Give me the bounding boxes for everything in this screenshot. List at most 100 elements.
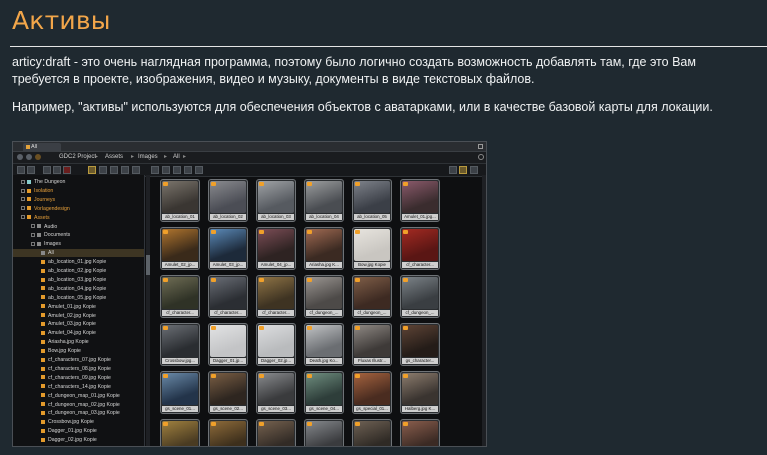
forward-icon[interactable] [26,154,32,160]
asset-thumbnail[interactable]: Bow.jpg Kopie [352,227,392,270]
asset-thumbnail[interactable]: ab_location_03 [256,179,296,222]
asset-thumbnail[interactable]: Amulet_02_jp... [160,227,200,270]
edit-icon[interactable] [88,166,96,174]
filter-icon[interactable] [53,166,61,174]
asset-thumbnail[interactable]: gs_character... [400,323,440,366]
tree-item[interactable]: ab_location_05.jpg Kopie [13,294,144,302]
asset-thumbnail[interactable]: gs_scene_01... [160,371,200,414]
asset-thumbnail[interactable]: ab_location_02 [208,179,248,222]
asset-thumbnail[interactable] [304,419,344,446]
asset-thumbnail[interactable]: cf_dungeon_... [400,275,440,318]
asset-thumbnail[interactable]: Amulet_03_jp... [208,227,248,270]
list-view-icon[interactable] [17,166,25,174]
tree-item[interactable]: cf_dungeon_map_02.jpg Kopie [13,401,144,409]
tree-view-icon[interactable] [27,166,35,174]
asset-thumbnail[interactable]: Amulet_01.jpg... [400,179,440,222]
asset-thumbnail[interactable]: cf_dungeon_... [304,275,344,318]
preview-icon[interactable] [173,166,181,174]
expand-icon[interactable] [21,197,25,202]
tree-item[interactable]: cf_characters_09.jpg Kopie [13,374,144,382]
tree-item[interactable]: Crossbow.jpg Kopie [13,418,144,426]
tree-item[interactable]: Documents [13,231,144,239]
expand-icon[interactable] [31,233,35,238]
asset-thumbnail[interactable]: ab_location_05 [352,179,392,222]
expand-icon[interactable] [21,206,25,211]
asset-thumbnail[interactable]: gs_scene_04... [304,371,344,414]
tree-item[interactable]: cf_dungeon_map_01.jpg Kopie [13,392,144,400]
tree-item[interactable]: Dagger_02.jpg Kopie [13,436,144,444]
tree-item[interactable]: Amulet_01.jpg Kopie [13,303,144,311]
tree-item[interactable]: ab_location_01.jpg Kopie [13,258,144,266]
tree-item[interactable]: Audio [13,223,144,231]
asset-thumbnail[interactable] [352,419,392,446]
link-icon[interactable] [99,166,107,174]
tree-item[interactable]: cf_characters_07.jpg Kopie [13,356,144,364]
expand-icon[interactable] [31,224,35,229]
asset-thumbnail[interactable]: cf_dungeon_... [352,275,392,318]
asset-thumbnail[interactable]: Dagger_02.jp... [256,323,296,366]
import-icon[interactable] [151,166,159,174]
expand-icon[interactable] [21,215,25,220]
tree-scrollbar[interactable] [146,175,150,446]
breadcrumb-item[interactable]: All [173,153,180,162]
tree-item[interactable]: Isolation [13,187,144,195]
home-icon[interactable] [35,154,41,160]
asset-thumbnail[interactable] [160,419,200,446]
tree-item[interactable]: Amulet_03.jpg Kopie [13,320,144,328]
tab-all[interactable]: All [23,143,61,151]
asset-thumbnail[interactable]: ab_location_01 [160,179,200,222]
asset-thumbnail[interactable]: cf_character... [400,227,440,270]
tree-item[interactable]: Journeys [13,196,144,204]
tree-item[interactable]: Amulet_04.jpg Kopie [13,329,144,337]
delete-icon[interactable] [63,166,71,174]
refresh-icon[interactable] [195,166,203,174]
tree-item[interactable]: ab_location_02.jpg Kopie [13,267,144,275]
tree-item[interactable]: Assets [13,214,144,222]
comment-icon[interactable] [110,166,118,174]
breadcrumb-item[interactable]: Assets [105,153,123,162]
breadcrumb-item[interactable]: GDC2 Project [59,153,96,162]
search-icon[interactable] [478,154,484,160]
tree-item[interactable]: cf_characters_08.jpg Kopie [13,365,144,373]
asset-thumbnail[interactable]: gs_special_01... [352,371,392,414]
asset-thumbnail[interactable]: Halberg.jpg K... [400,371,440,414]
color-icon[interactable] [121,166,129,174]
expand-icon[interactable] [21,179,25,184]
maximize-icon[interactable] [478,144,483,149]
asset-thumbnail[interactable]: cf_character... [208,275,248,318]
tree-item[interactable]: Bow.jpg Kopie [13,347,144,355]
properties-icon[interactable] [184,166,192,174]
tree-item[interactable]: cf_dungeon_map_03.jpg Kopie [13,409,144,417]
export-icon[interactable] [162,166,170,174]
asset-thumbnail[interactable]: cf_character... [160,275,200,318]
sort-icon[interactable] [43,166,51,174]
tree-item[interactable]: Amulet_02.jpg Kopie [13,312,144,320]
asset-thumbnail[interactable]: gs_scene_02... [208,371,248,414]
expand-icon[interactable] [21,188,25,193]
breadcrumb-item[interactable]: Images [138,153,158,162]
tag-icon[interactable] [132,166,140,174]
tree-item[interactable]: ab_location_03.jpg Kopie [13,276,144,284]
asset-thumbnail[interactable] [256,419,296,446]
asset-thumbnail[interactable]: Dagger_01.jp... [208,323,248,366]
asset-thumbnail[interactable]: ab_location_04 [304,179,344,222]
asset-thumbnail[interactable]: Death.jpg Ko... [304,323,344,366]
tree-item[interactable]: All [13,249,144,258]
tree-item[interactable]: cf_characters_14.jpg Kopie [13,383,144,391]
large-tiles-icon[interactable] [459,166,467,174]
scrollbar-thumb[interactable] [146,255,150,275]
tree-item[interactable]: Images [13,240,144,248]
asset-thumbnail[interactable]: Amulet_04_jp... [256,227,296,270]
tree-item[interactable]: Vorlagendesign [13,205,144,213]
tree-item[interactable]: Ariasha.jpg Kopie [13,338,144,346]
asset-thumbnail[interactable]: Crossbow.jpg... [160,323,200,366]
expand-icon[interactable] [31,241,35,246]
asset-thumbnail[interactable] [208,419,248,446]
asset-thumbnail[interactable] [400,419,440,446]
small-tiles-icon[interactable] [449,166,457,174]
tree-item[interactable]: Dagger_01.jpg Kopie [13,427,144,435]
asset-thumbnail[interactable]: Fluxas Illustr... [352,323,392,366]
tree-item[interactable]: ab_location_04.jpg Kopie [13,285,144,293]
asset-thumbnail[interactable]: gs_scene_03... [256,371,296,414]
tree-item[interactable]: The Dungeon [13,178,144,186]
